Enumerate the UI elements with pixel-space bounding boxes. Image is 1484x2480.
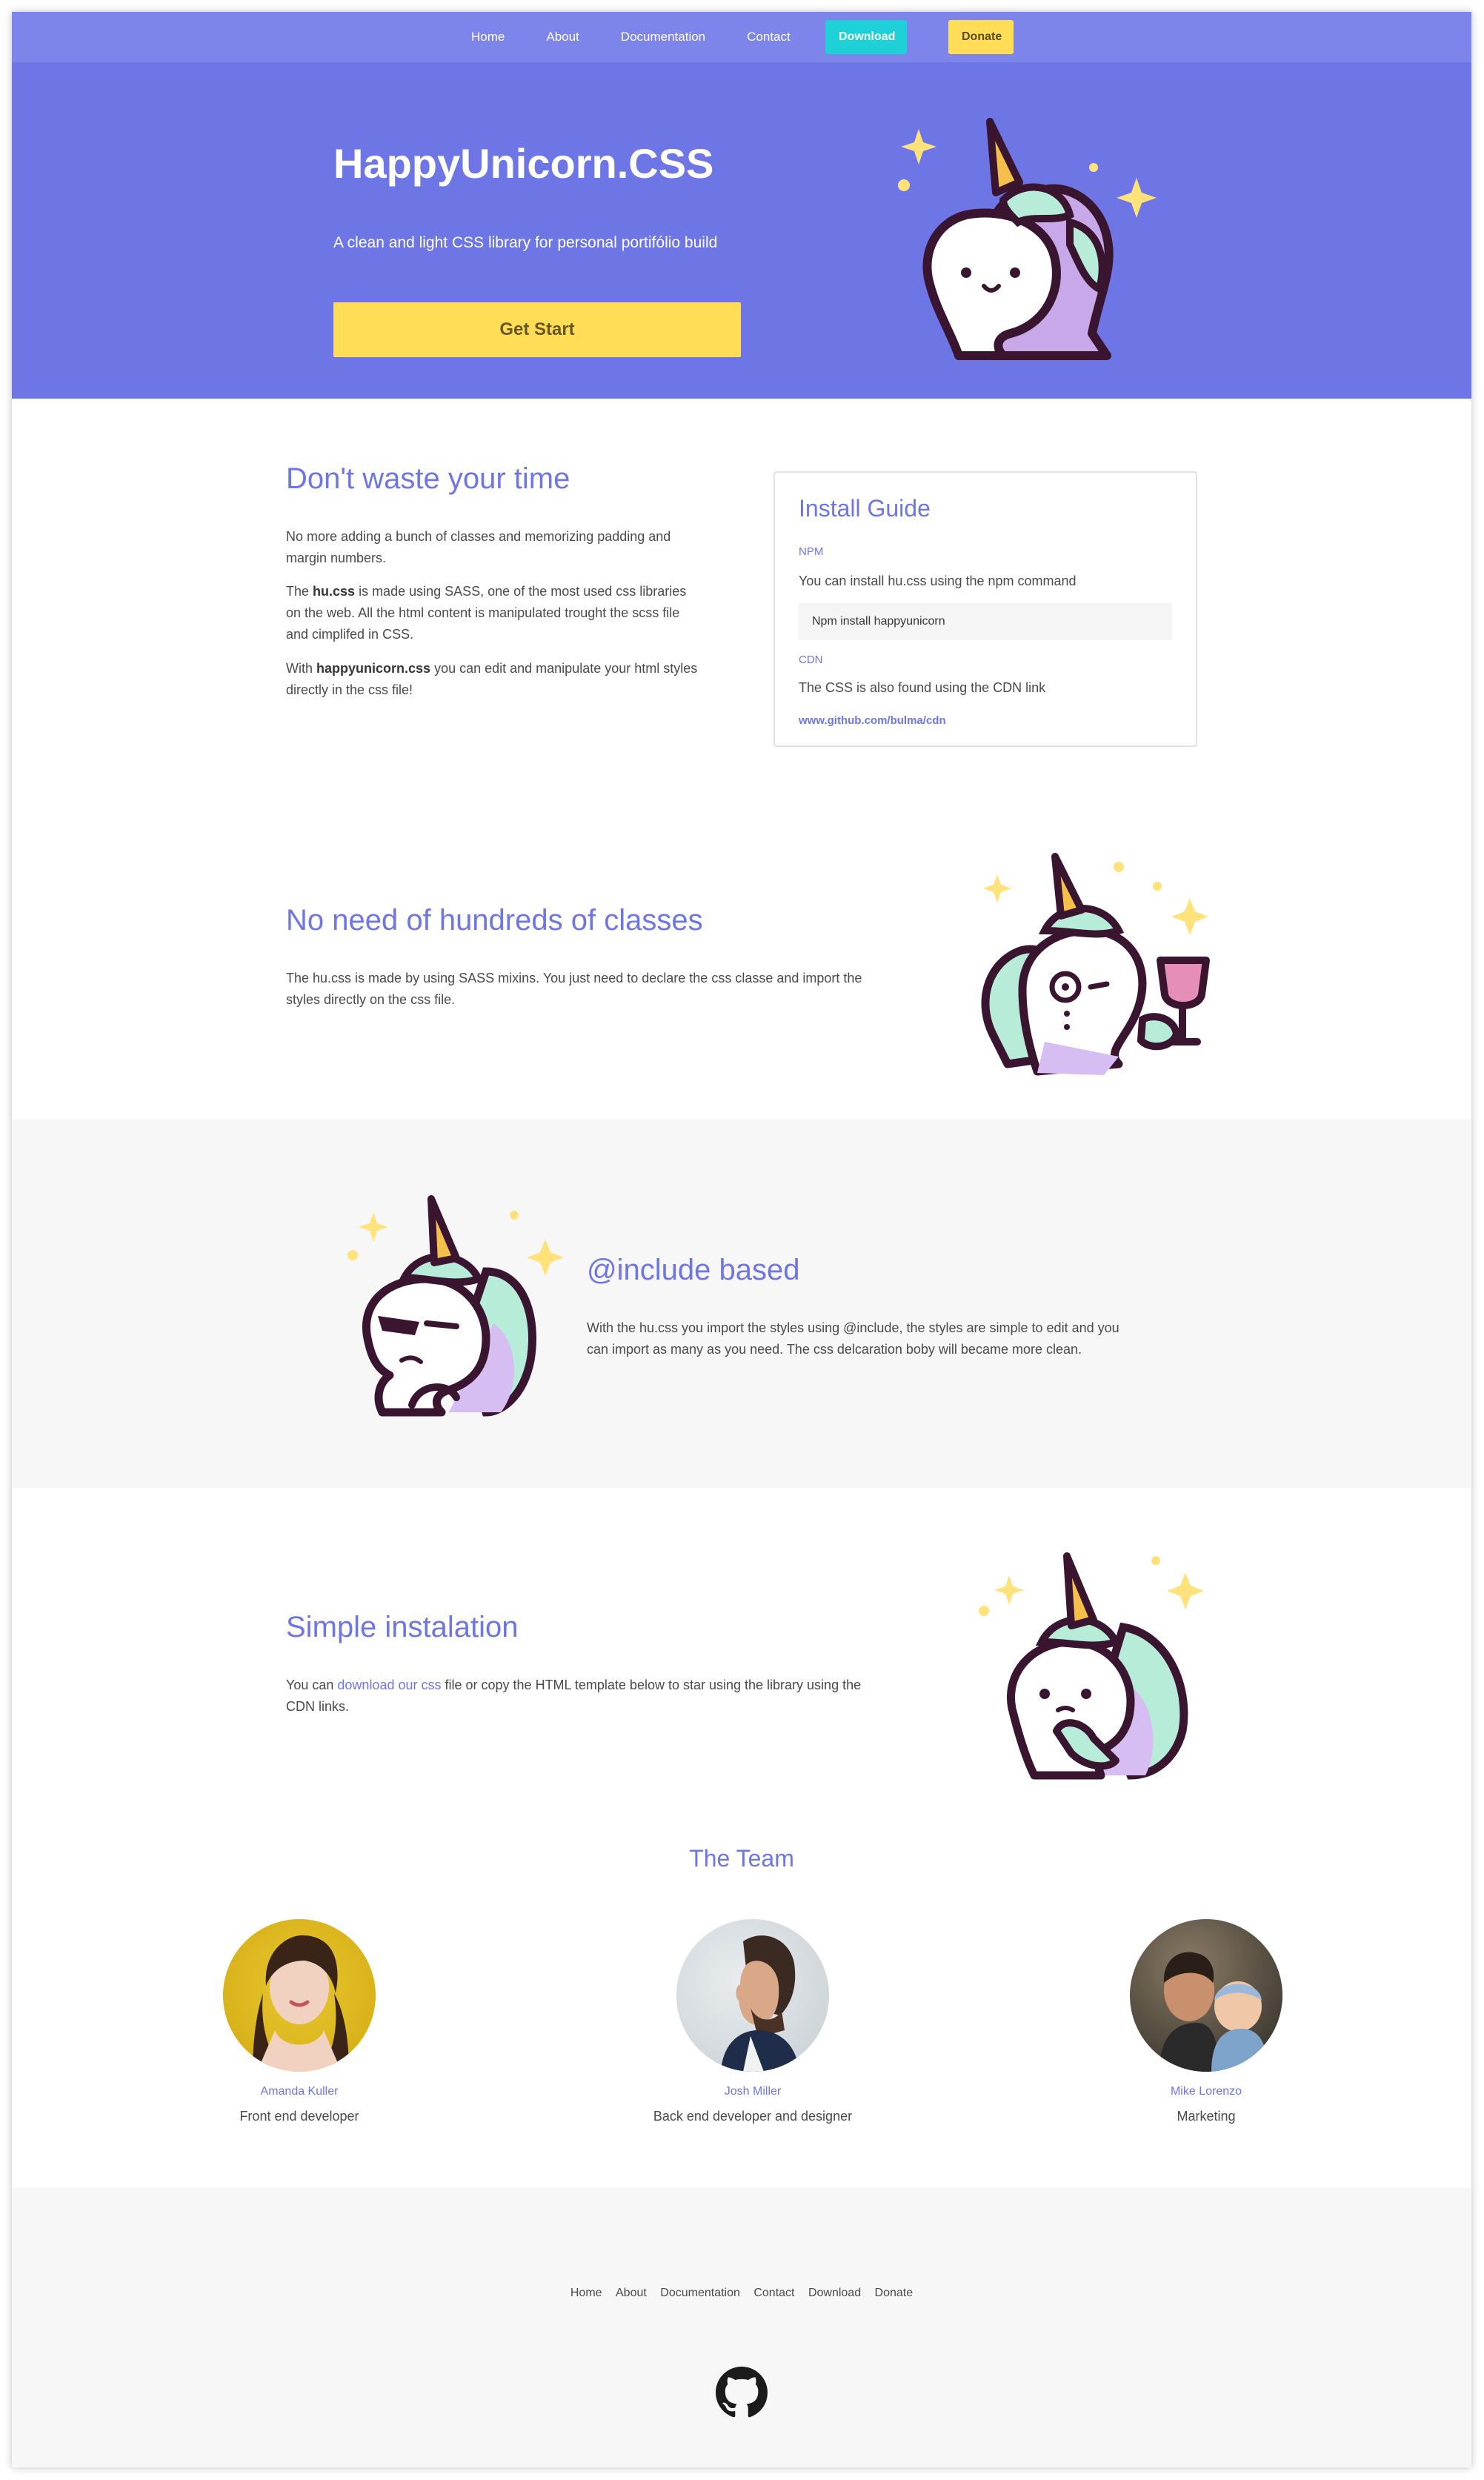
unicorn-sunglasses-illustration — [347, 1195, 564, 1417]
npm-text: You can install hu.css using the npm com… — [799, 574, 1077, 588]
install-guide-title: Install Guide — [799, 495, 931, 522]
section-title-simple-instalation: Simple instalation — [286, 1611, 519, 1643]
section4-paragraph: You can download our css file or copy th… — [286, 1675, 879, 1718]
unicorn-thinking-illustration — [979, 1552, 1204, 1780]
avatar — [223, 1919, 376, 2072]
bold-hu-css: hu.css — [313, 584, 356, 599]
cdn-url-link[interactable]: www.github.com/bulma/cdn — [799, 714, 946, 727]
footer-download-link[interactable]: Download — [808, 2287, 861, 2299]
text-fragment: You can — [286, 1678, 338, 1692]
footer-links: Home About Documentation Contact Downloa… — [12, 2287, 1471, 2300]
footer — [12, 2187, 1471, 2467]
nav-about-link[interactable]: About — [546, 30, 579, 44]
team-member-name: Amanda Kuller — [260, 2085, 339, 2098]
npm-command-code[interactable]: Npm install happyunicorn — [799, 603, 1172, 640]
team-member-name: Mike Lorenzo — [1170, 2085, 1242, 2098]
nav-home-link[interactable]: Home — [471, 30, 505, 44]
footer-contact-link[interactable]: Contact — [753, 2287, 794, 2299]
avatar-photo — [253, 1935, 349, 2072]
hero-title: HappyUnicorn.CSS — [333, 140, 714, 187]
footer-home-link[interactable]: Home — [570, 2287, 602, 2299]
hero-section: HappyUnicorn.CSS A clean and light CSS l… — [12, 62, 1471, 399]
team-member-card: Josh Miller Back end developer and desig… — [597, 1919, 908, 2124]
install-guide-card: Install Guide NPM You can install hu.css… — [773, 471, 1197, 747]
section1-paragraph-1: No more adding a bunch of classes and me… — [286, 529, 671, 565]
nav-download-button[interactable]: Download — [825, 20, 907, 54]
text-fragment: The — [286, 584, 313, 599]
unicorn-hero-illustration — [898, 118, 1157, 360]
cdn-label: CDN — [799, 654, 823, 666]
top-navbar: Home About Documentation Contact Downloa… — [12, 12, 1471, 62]
team-member-card: Amanda Kuller Front end developer — [144, 1919, 455, 2124]
nav-documentation-link[interactable]: Documentation — [621, 30, 705, 44]
cdn-text: The CSS is also found using the CDN link — [799, 680, 1046, 695]
text-fragment: With — [286, 661, 317, 676]
footer-about-link[interactable]: About — [616, 2287, 647, 2299]
avatar-photo — [721, 1935, 799, 2072]
section1-paragraph-3: With happyunicorn.css you can edit and m… — [286, 658, 701, 701]
nav-contact-link[interactable]: Contact — [747, 30, 791, 44]
avatar — [676, 1919, 829, 2072]
section2-paragraph: The hu.css is made by using SASS mixins.… — [286, 971, 862, 1007]
npm-label: NPM — [799, 545, 824, 558]
download-css-link[interactable]: download our css — [337, 1678, 441, 1692]
include-based-section — [12, 1119, 1471, 1488]
team-member-card: Mike Lorenzo Marketing — [1051, 1919, 1362, 2124]
section3-paragraph: With the hu.css you import the styles us… — [587, 1320, 1119, 1357]
section1-paragraph-2: The hu.css is made using SASS, one of th… — [286, 581, 701, 645]
hero-subtitle: A clean and light CSS library for person… — [333, 234, 718, 251]
team-member-role: Marketing — [1177, 2109, 1236, 2124]
team-title: The Team — [689, 1845, 794, 1872]
footer-donate-link[interactable]: Donate — [875, 2287, 914, 2299]
section-title-no-need-classes: No need of hundreds of classes — [286, 904, 703, 937]
footer-documentation-link[interactable]: Documentation — [660, 2287, 740, 2299]
section-title-dont-waste: Don't waste your time — [286, 462, 570, 495]
avatar-photo — [1159, 1952, 1268, 2072]
unicorn-monocle-illustration — [981, 853, 1210, 1076]
section-title-include-based: @include based — [587, 1254, 800, 1286]
team-member-role: Back end developer and designer — [653, 2109, 853, 2124]
github-icon[interactable] — [716, 2367, 768, 2419]
team-member-role: Front end developer — [239, 2109, 359, 2124]
get-start-button[interactable]: Get Start — [333, 302, 741, 357]
avatar — [1130, 1919, 1282, 2072]
page: Home About Documentation Contact Downloa… — [12, 12, 1471, 2467]
nav-donate-button[interactable]: Donate — [948, 20, 1014, 54]
team-member-name: Josh Miller — [724, 2085, 782, 2098]
nav-links: Home About Documentation Contact — [471, 12, 832, 62]
bold-happyunicorn-css: happyunicorn.css — [316, 661, 431, 676]
